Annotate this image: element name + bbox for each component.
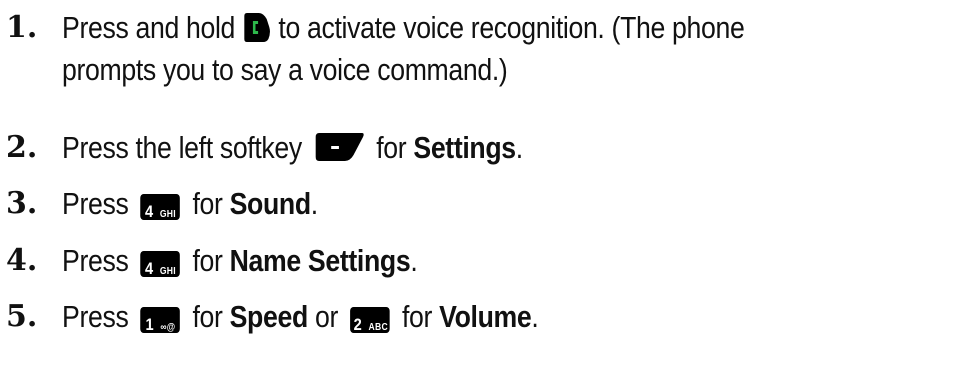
step-text: Press the left softkey for Settings. xyxy=(62,130,523,171)
key-2-abc-icon: 2 ABC xyxy=(350,307,390,334)
key-1-voicemail-icon: 1 ∞@ xyxy=(140,307,181,334)
step-text: Press 4 GHI for Name Settings. xyxy=(62,243,418,278)
key-4-ghi-icon: 4 GHI xyxy=(140,194,181,221)
talk-key-icon xyxy=(242,11,271,51)
step-text: Press 1 ∞@ for Speed or 2 ABC for Volume… xyxy=(62,299,539,334)
step-number: 4. xyxy=(6,243,38,278)
step-text: Press and hold to activate voice recogni… xyxy=(62,10,745,51)
step-text-continued: prompts you to say a voice command.) xyxy=(62,52,508,87)
step-number: 3. xyxy=(6,186,38,221)
step-number: 1. xyxy=(6,10,38,45)
step-text: Press 4 GHI for Sound. xyxy=(62,186,318,221)
step-number: 5. xyxy=(6,299,38,334)
key-4-ghi-icon: 4 GHI xyxy=(140,251,181,278)
left-softkey-icon xyxy=(312,131,365,171)
step-number: 2. xyxy=(6,130,38,165)
